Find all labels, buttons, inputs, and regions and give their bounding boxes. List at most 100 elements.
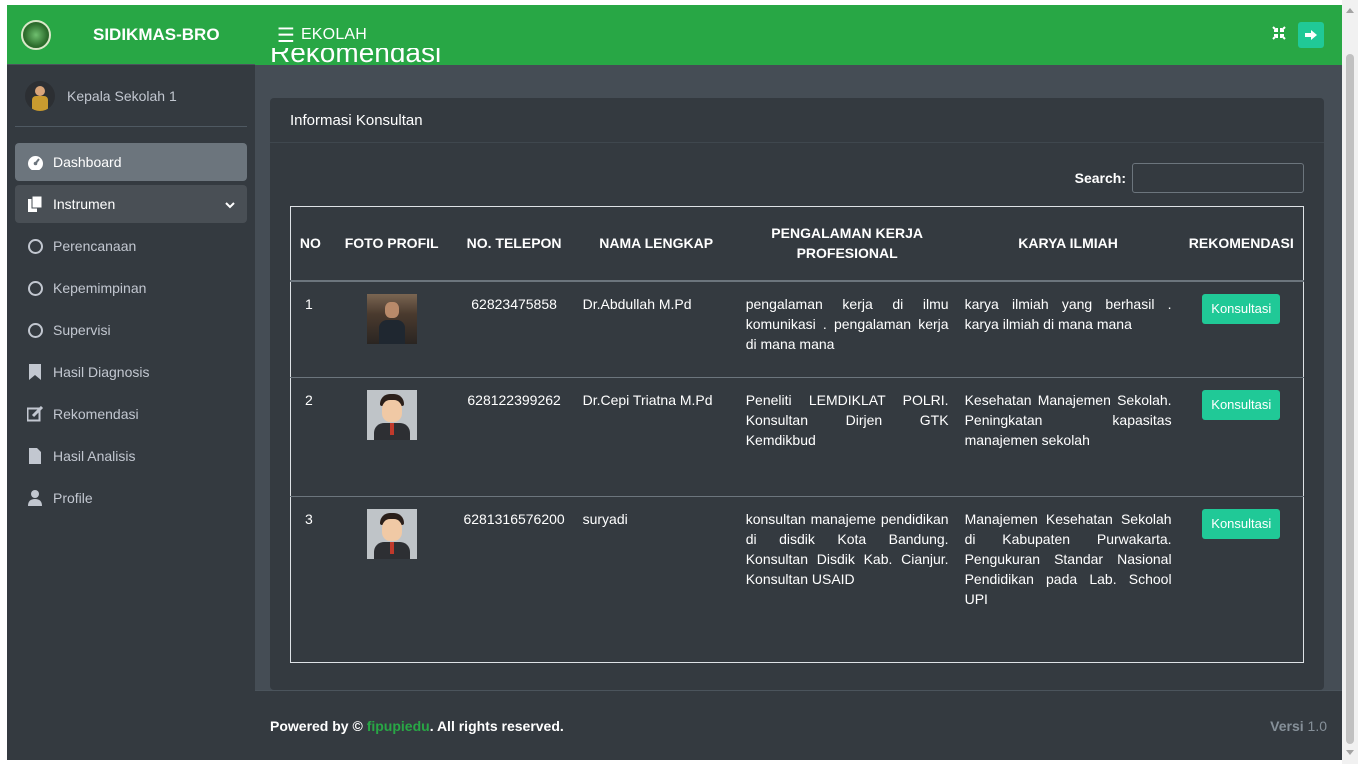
window-bottom-edge [0,760,1358,764]
brand[interactable]: SIDIKMAS-BRO [7,5,255,65]
sidebar-item-label: Rekomendasi [53,406,139,422]
cell-works: Kesehatan Manajemen Sekolah. Peningkatan… [956,377,1180,497]
hamburger-menu-icon[interactable]: ☰ [277,23,295,48]
scroll-down-icon[interactable] [1346,750,1354,755]
sidebar-item-label: Profile [53,490,93,506]
bookmark-icon [25,364,45,380]
chevron-down-icon[interactable] [225,196,235,212]
cell-name: Dr.Cepi Triatna M.Pd [574,377,738,497]
konsultasi-button[interactable]: Konsultasi [1202,509,1281,539]
profile-photo [366,509,417,559]
search-row: Search: [1075,163,1304,193]
cell-works: karya ilmiah yang berhasil . karya ilmia… [956,280,1180,378]
sidebar-item-label: Dashboard [53,154,122,170]
page-title: Rekomendasi [270,48,442,65]
cell-experience: konsultan manajeme pendidikan di disdik … [737,496,957,663]
cell-photo [329,280,454,378]
cell-phone: 628122399262 [453,377,575,497]
table-header-row: NO FOTO PROFIL NO. TELEPON NAMA LENGKAP … [290,206,1304,282]
profile-photo [366,293,417,344]
sidebar-nav: Dashboard Instrumen Perencanaan Kepemimp… [7,127,255,517]
cell-no: 3 [290,496,330,663]
search-label: Search: [1074,170,1126,186]
cell-works: Manajemen Kesehatan Sekolah di Kabupaten… [956,496,1180,663]
logout-button[interactable] [1298,22,1324,48]
profile-photo [366,390,417,440]
table-row: 2 628122399262 Dr.Cepi Triatna M.Pd Pene… [290,377,1304,497]
avatar [25,80,55,111]
brand-logo-icon [21,19,51,50]
version-label: Versi [1270,717,1304,734]
window-left-edge [0,0,7,764]
edit-icon [25,406,45,422]
sidebar-item-hasil-diagnosis[interactable]: Hasil Diagnosis [15,353,247,391]
column-header-foto[interactable]: FOTO PROFIL [329,206,454,282]
sidebar-item-supervisi[interactable]: Supervisi [15,311,247,349]
copy-icon [25,196,45,212]
column-header-nama[interactable]: NAMA LENGKAP [574,206,738,282]
scroll-up-icon[interactable] [1346,8,1354,13]
column-header-karya[interactable]: KARYA ILMIAH [956,206,1180,282]
column-header-no[interactable]: NO [290,206,330,282]
scrollbar-thumb[interactable] [1346,54,1354,744]
fullscreen-icon[interactable] [1272,25,1286,45]
circle-icon [25,322,45,338]
user-icon [25,490,45,506]
sidebar-item-label: Supervisi [53,322,111,338]
version-value: 1.0 [1307,717,1327,734]
sidebar-item-instrumen[interactable]: Instrumen [15,185,247,223]
navbar-right [1272,22,1324,48]
cell-phone: 6281316576200 [453,496,575,663]
konsultasi-button[interactable]: Konsultasi [1202,293,1281,324]
footer-credits: Powered by © fipupiedu. All rights reser… [270,718,564,734]
sidebar-item-perencanaan[interactable]: Perencanaan [15,227,247,265]
sidebar-item-label: Perencanaan [53,238,137,254]
footer: Powered by © fipupiedu. All rights reser… [255,690,1342,760]
column-header-pengalaman[interactable]: PENGALAMAN KERJA PROFESIONAL [737,206,957,282]
table-row: 1 62823475858 Dr.Abdullah M.Pd pengalama… [290,280,1304,378]
footer-prefix: Powered by © [270,717,367,734]
consultant-table: NO FOTO PROFIL NO. TELEPON NAMA LENGKAP … [290,206,1304,663]
cell-photo [329,377,454,497]
cell-phone: 62823475858 [453,280,575,378]
sidebar-item-label: Hasil Diagnosis [53,364,150,380]
card-title: Informasi Konsultan [270,98,1324,143]
sign-out-icon [1305,30,1317,40]
cell-photo [329,496,454,663]
cell-experience: Peneliti LEMDIKLAT POLRI. Konsultan Dirj… [737,377,957,497]
sidebar-item-kepemimpinan[interactable]: Kepemimpinan [15,269,247,307]
file-icon [25,448,45,464]
sidebar-item-profile[interactable]: Profile [15,479,247,517]
konsultasi-button[interactable]: Konsultasi [1202,390,1281,420]
cell-action: Konsultasi [1179,280,1304,378]
user-name[interactable]: Kepala Sekolah 1 [67,88,177,104]
consultant-card: Informasi Konsultan Search: NO FOTO PROF… [270,98,1324,690]
user-panel[interactable]: Kepala Sekolah 1 [15,65,247,127]
table-row: 3 6281316576200 suryadi konsultan manaje… [290,496,1304,663]
sidebar: SIDIKMAS-BRO Kepala Sekolah 1 Dashboard … [7,5,255,760]
sidebar-item-label: Hasil Analisis [53,448,136,464]
cell-name: Dr.Abdullah M.Pd [574,280,738,378]
cell-name: suryadi [574,496,738,663]
circle-icon [25,238,45,254]
sidebar-item-hasil-analisis[interactable]: Hasil Analisis [15,437,247,475]
sidebar-item-label: Instrumen [53,196,116,212]
search-input[interactable] [1132,163,1304,193]
column-header-rekomendasi[interactable]: REKOMENDASI [1179,206,1304,282]
dashboard-gauge-icon [25,155,45,170]
navbar-title: EKOLAH [300,26,368,43]
cell-experience: pengalaman kerja di ilmu komunikasi . pe… [737,280,957,378]
cell-action: Konsultasi [1179,496,1304,663]
sidebar-item-dashboard[interactable]: Dashboard [15,143,247,181]
column-header-telepon[interactable]: NO. TELEPON [453,206,575,282]
sidebar-item-label: Kepemimpinan [53,280,147,296]
footer-suffix: . All rights reserved. [429,717,564,734]
footer-link[interactable]: fipupiedu [367,718,430,734]
page-scrollbar[interactable] [1342,0,1358,764]
brand-name: SIDIKMAS-BRO [93,24,220,44]
cell-no: 1 [290,280,330,378]
circle-icon [25,280,45,296]
cell-action: Konsultasi [1179,377,1304,497]
cell-no: 2 [290,377,330,497]
sidebar-item-rekomendasi[interactable]: Rekomendasi [15,395,247,433]
